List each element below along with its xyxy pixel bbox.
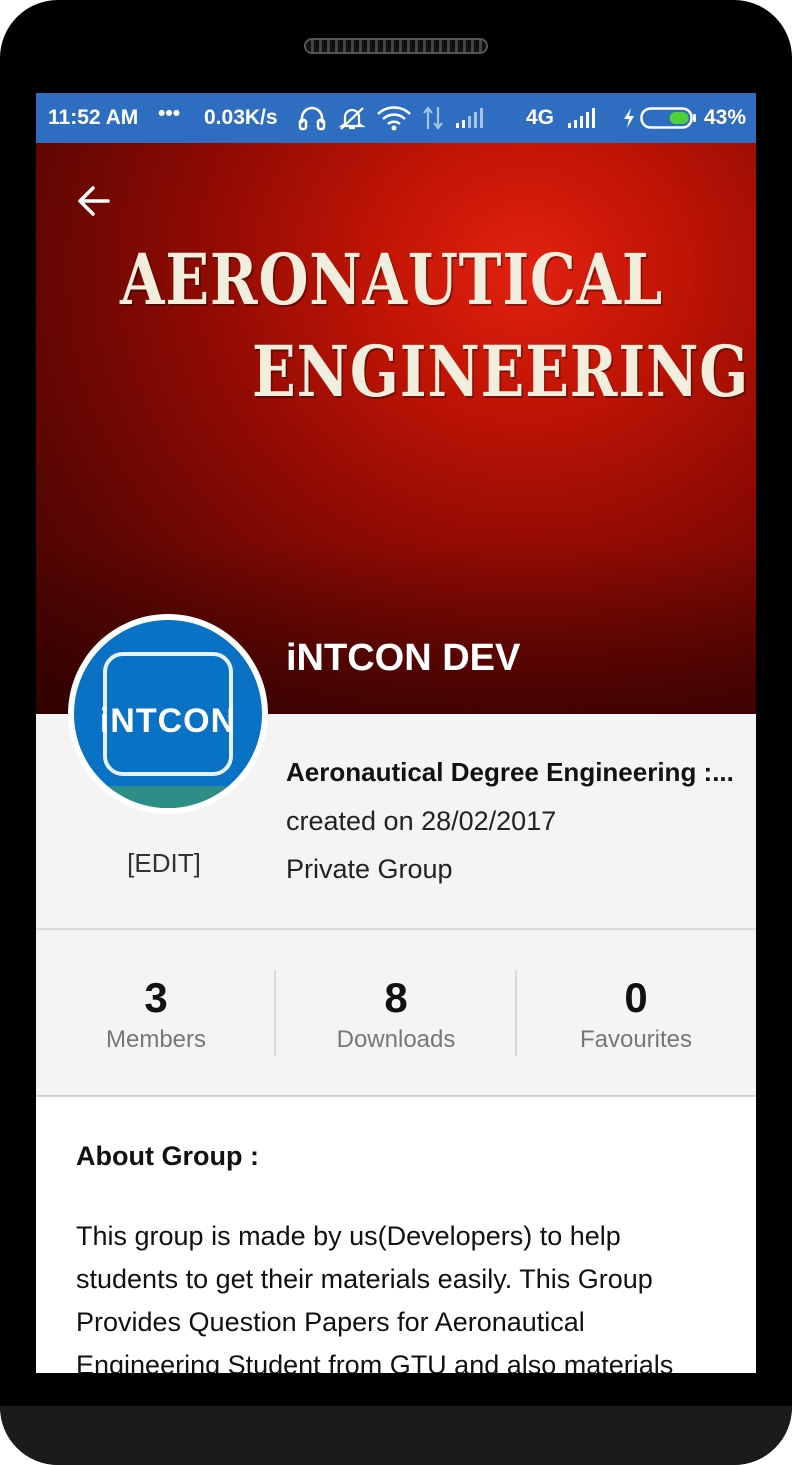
status-time: 11:52 AM (48, 106, 139, 129)
about-text: This group is made by us(Developers) to … (76, 1221, 674, 1373)
group-subtitle: Aeronautical Degree Engineering :... (286, 757, 734, 787)
avatar-logo-text: iNTCON (99, 702, 237, 740)
signal-icon (568, 108, 595, 128)
created-date: created on 28/02/2017 (286, 806, 557, 836)
battery-icon (640, 107, 696, 129)
screen: 11:52 AM ••• 0.03K/s 4G 43% AERONAUTICAL… (36, 93, 756, 1373)
stat-members-value: 3 (144, 974, 168, 1021)
group-avatar[interactable]: iNTCON (68, 614, 268, 814)
alarm-off-icon (338, 107, 366, 130)
cover-title-line1: AERONAUTICAL (120, 238, 664, 321)
about-title: About Group : (76, 1141, 259, 1171)
charging-icon (624, 108, 634, 128)
stats-bar: 3 Members 8 Downloads 0 Favourites (36, 930, 756, 1095)
status-bar: 11:52 AM ••• 0.03K/s 4G 43% (36, 93, 756, 143)
stat-favourites-label: Favourites (579, 1026, 693, 1053)
avatar-logo-band (74, 786, 262, 808)
group-privacy: Private Group (286, 854, 453, 884)
network-speed: 0.03K/s (204, 106, 278, 129)
stat-favourites-value: 0 (624, 974, 648, 1021)
network-type: 4G (526, 106, 555, 129)
edit-button[interactable]: [EDIT] (106, 848, 222, 879)
more-notifications-icon: ••• (158, 102, 181, 125)
headset-icon (298, 106, 326, 131)
battery-percent: 43% (704, 106, 747, 129)
phone-bottom-bezel (0, 1406, 792, 1465)
stat-members-label: Members (105, 1026, 207, 1053)
stat-downloads-label: Downloads (336, 1026, 456, 1053)
stat-downloads[interactable]: 8 Downloads (276, 930, 516, 1095)
group-name: iNTCON DEV (286, 637, 521, 679)
phone-frame: 11:52 AM ••• 0.03K/s 4G 43% AERONAUTICAL… (0, 0, 792, 1465)
wifi-icon (377, 106, 411, 131)
back-arrow-icon[interactable] (74, 181, 114, 221)
about-section: About Group : This group is made by us(D… (36, 1097, 756, 1373)
avatar-logo: iNTCON (74, 620, 262, 808)
stat-downloads-value: 8 (384, 974, 408, 1021)
cover-title-line2: ENGINEERING (252, 330, 750, 413)
phone-speaker (304, 38, 488, 54)
signal-icon (456, 108, 483, 128)
data-arrows-icon (423, 106, 443, 130)
stat-favourites[interactable]: 0 Favourites (516, 930, 756, 1095)
stat-members[interactable]: 3 Members (36, 930, 276, 1095)
